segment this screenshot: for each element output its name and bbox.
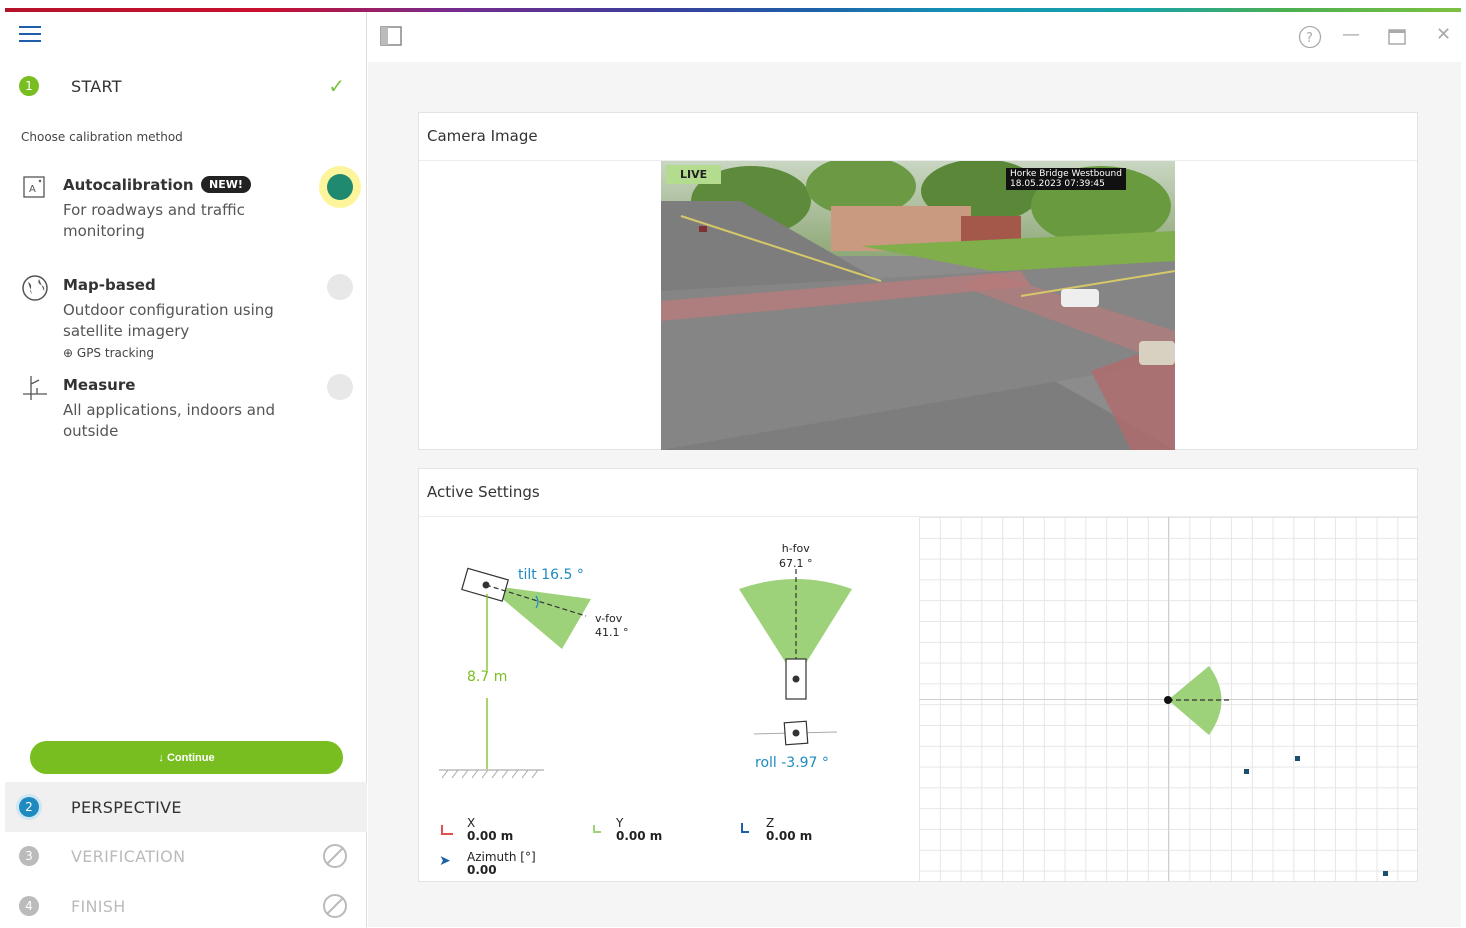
- step-perspective[interactable]: 2 PERSPECTIVE: [5, 782, 367, 832]
- method-description: Outdoor configuration using satellite im…: [63, 301, 274, 340]
- hfov-label: h-fov: [781, 542, 810, 555]
- y-value: 0.00 m: [616, 829, 663, 843]
- grid-point[interactable]: [1244, 769, 1249, 774]
- gps-tracking-label: GPS tracking: [76, 346, 154, 360]
- wizard-sidebar: 1 START ✓ Choose calibration method A Au…: [5, 12, 367, 927]
- active-settings-card: Active Settings tilt 16.5 ° v-fov 41.1 °…: [418, 468, 1418, 882]
- minimize-icon[interactable]: —: [1342, 24, 1360, 45]
- method-map-based[interactable]: Map-based Outdoor configuration using sa…: [21, 274, 361, 364]
- camera-fov-marker[interactable]: [1159, 657, 1239, 747]
- position-grid-map[interactable]: [919, 517, 1417, 881]
- live-badge: LIVE: [666, 165, 722, 184]
- azimuth-value: 0.00: [467, 863, 497, 877]
- camera-overlay: Horke Bridge Westbound 18.05.2023 07:39:…: [1006, 168, 1126, 190]
- vfov-label: v-fov: [595, 612, 623, 625]
- method-title: Map-based: [63, 276, 156, 294]
- autocalibration-radio[interactable]: [327, 174, 353, 200]
- hfov-value: 67.1 °: [779, 557, 813, 570]
- vfov-value: 41.1 °: [595, 626, 629, 639]
- hfov-readout: h-fov 67.1 °: [779, 541, 813, 571]
- measure-radio[interactable]: [327, 374, 353, 400]
- camera-timestamp: 18.05.2023 07:39:45: [1010, 179, 1105, 189]
- measure-icon: [23, 376, 47, 400]
- close-icon[interactable]: ✕: [1436, 24, 1451, 45]
- x-readout: X 0.00 m: [467, 817, 513, 843]
- step-number: 4: [19, 896, 39, 916]
- card-title: Active Settings: [427, 483, 540, 501]
- step-start[interactable]: 1 START ✓: [5, 64, 367, 108]
- maximize-icon[interactable]: [1388, 29, 1406, 45]
- step-number: 1: [19, 76, 39, 96]
- z-readout: Z 0.00 m: [766, 817, 812, 843]
- step-number: 2: [19, 797, 39, 817]
- continue-button[interactable]: ↓ Continue: [30, 741, 343, 774]
- choose-method-label: Choose calibration method: [21, 130, 183, 144]
- map-based-radio[interactable]: [327, 274, 353, 300]
- step-label: FINISH: [71, 896, 126, 916]
- vfov-readout: v-fov 41.1 °: [595, 612, 629, 640]
- disabled-icon: [323, 894, 347, 918]
- step-number: 3: [19, 846, 39, 866]
- y-axis-icon: [593, 825, 601, 833]
- method-title: Autocalibration: [63, 176, 194, 194]
- azimuth-arrow-icon: ➤: [439, 853, 451, 869]
- svg-text:A: A: [29, 184, 36, 195]
- camera-live-image: [661, 161, 1175, 450]
- step-verification: 3 VERIFICATION: [5, 834, 367, 878]
- step-finish: 4 FINISH: [5, 884, 367, 928]
- roll-value: roll -3.97 °: [755, 755, 829, 771]
- z-axis-icon: [741, 823, 749, 833]
- gps-tracking-note: ⊕ GPS tracking: [63, 346, 154, 360]
- check-icon: ✓: [328, 74, 345, 98]
- camera-name: Horke Bridge Westbound: [1010, 169, 1122, 179]
- step-label: PERSPECTIVE: [71, 797, 182, 817]
- step-label: VERIFICATION: [71, 846, 186, 866]
- globe-small-icon: ⊕: [63, 346, 74, 360]
- hfov-diagram: [739, 569, 852, 746]
- azimuth-readout: Azimuth [°] 0.00: [467, 851, 536, 877]
- disabled-icon: [323, 844, 347, 868]
- tilt-value: tilt 16.5 °: [518, 567, 584, 583]
- method-description: For roadways and traffic monitoring: [63, 201, 245, 240]
- window-header: ? — ✕: [368, 12, 1461, 62]
- step-label: START: [71, 76, 122, 96]
- method-autocalibration[interactable]: A Autocalibration NEW! For roadways and …: [21, 174, 361, 244]
- card-title: Camera Image: [427, 127, 538, 145]
- panel-toggle-icon[interactable]: [380, 26, 402, 46]
- x-axis-icon: [441, 825, 453, 835]
- new-badge: NEW!: [201, 176, 251, 193]
- method-measure[interactable]: Measure All applications, indoors and ou…: [21, 374, 361, 444]
- menu-icon[interactable]: [19, 26, 41, 44]
- globe-icon: [22, 275, 48, 301]
- grid-point[interactable]: [1295, 756, 1300, 761]
- method-title: Measure: [63, 376, 136, 394]
- autocalibration-icon: A: [23, 176, 45, 198]
- z-value: 0.00 m: [766, 829, 813, 843]
- y-readout: Y 0.00 m: [616, 817, 662, 843]
- x-value: 0.00 m: [467, 829, 514, 843]
- height-value: 8.7 m: [467, 669, 508, 685]
- grid-point[interactable]: [1383, 871, 1388, 876]
- help-icon[interactable]: ?: [1298, 25, 1322, 49]
- camera-image-card: Camera Image LIVE Horke Bridge Westbound…: [418, 112, 1418, 450]
- tilt-diagram: [439, 567, 591, 779]
- method-description: All applications, indoors and outside: [63, 401, 275, 440]
- svg-text:?: ?: [1306, 31, 1313, 46]
